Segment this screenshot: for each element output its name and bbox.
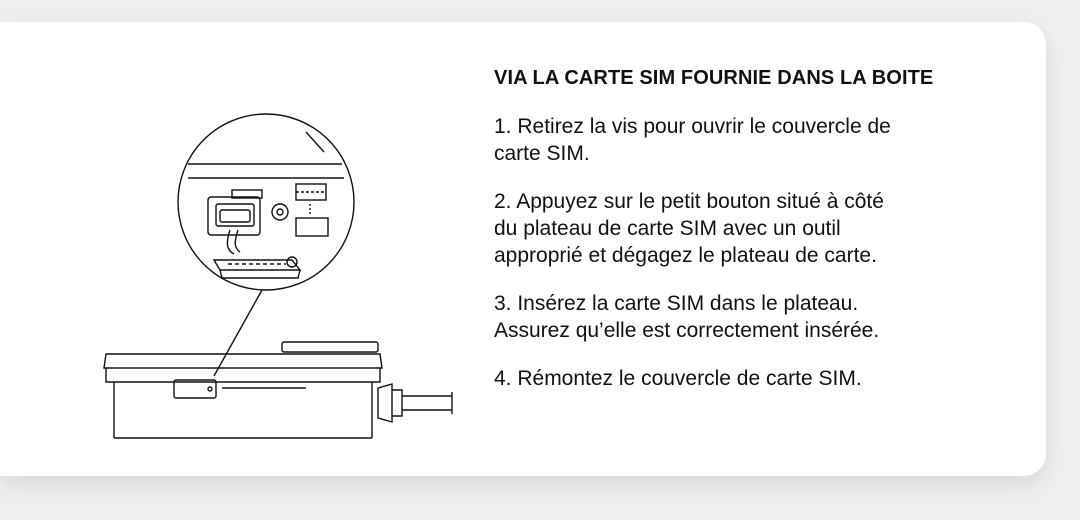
- step-3-line-1: 3. Insérez la carte SIM dans le plateau.: [494, 292, 859, 315]
- leader-line: [213, 289, 263, 377]
- device-body: [103, 341, 453, 439]
- step-1: 1. Retirez la vis pour ouvrir le couverc…: [494, 113, 1034, 167]
- step-1-line-1: 1. Retirez la vis pour ouvrir le couverc…: [494, 115, 891, 138]
- step-3: 3. Insérez la carte SIM dans le plateau.…: [494, 290, 1034, 344]
- magnified-detail-circle: [177, 113, 355, 291]
- step-3-line-2: Assurez qu’elle est correctement insérée…: [494, 319, 880, 342]
- step-4-line-1: 4. Rémontez le couvercle de carte SIM.: [494, 367, 862, 390]
- instruction-card: VIA LA CARTE SIM FOURNIE DANS LA BOITE 1…: [0, 22, 1046, 476]
- step-2-line-3: approprié et dégagez le plateau de carte…: [494, 244, 877, 267]
- step-2-line-1: 2. Appuyez sur le petit bouton situé à c…: [494, 190, 884, 213]
- instructions-panel: VIA LA CARTE SIM FOURNIE DANS LA BOITE 1…: [494, 67, 1034, 413]
- sim-slot-illustration: [103, 113, 453, 439]
- instructions-heading: VIA LA CARTE SIM FOURNIE DANS LA BOITE: [494, 67, 934, 89]
- step-4: 4. Rémontez le couvercle de carte SIM.: [494, 365, 1034, 392]
- step-1-line-2: carte SIM.: [494, 142, 590, 165]
- step-2-line-2: du plateau de carte SIM avec un outil: [494, 217, 841, 240]
- step-2: 2. Appuyez sur le petit bouton situé à c…: [494, 188, 1034, 269]
